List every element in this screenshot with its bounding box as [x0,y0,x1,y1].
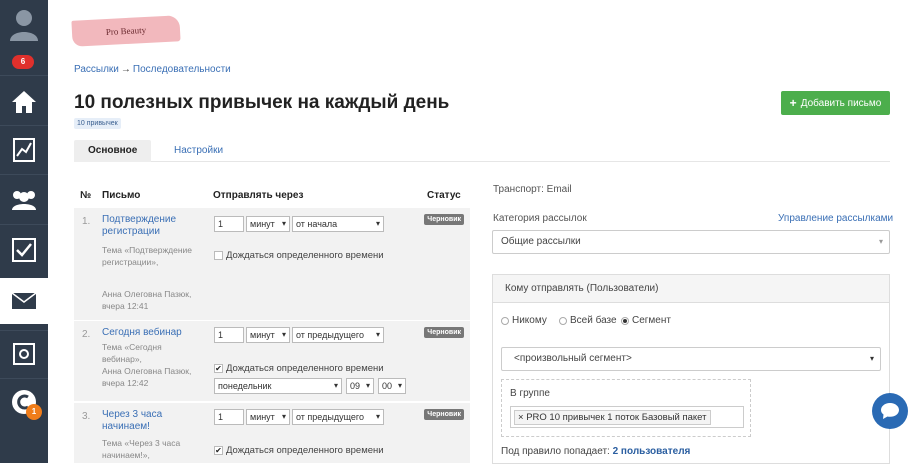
delay-from-select[interactable]: от начала [292,216,384,232]
letter-author: Анна Олеговна Пазюк, вчера 12:42 [102,366,192,388]
header-send-after: Отправлять через [213,190,304,201]
tab-main[interactable]: Основное [74,140,152,162]
chat-button[interactable] [872,393,908,429]
wait-time-label: Дождаться определенного времени [226,363,384,374]
radio-all-label: Всей базе [570,315,617,326]
category-value: Общие рассылки [501,236,581,247]
recipients-panel: Кому отправлять (Пользователи) Никому Вс… [492,274,890,464]
radio-segment[interactable]: Сегмент [621,315,671,326]
header-status: Статус [427,190,461,201]
breadcrumb-separator: → [120,64,131,75]
chevron-down-icon: ▾ [869,354,874,363]
add-letter-button[interactable]: + Добавить письмо [781,91,890,115]
delay-amount-input[interactable]: 1 [214,409,244,425]
breadcrumb-sequences[interactable]: Последовательности [133,64,231,75]
logo-text: Pro Beauty [105,24,147,38]
transport-label: Транспорт: Email [493,184,572,195]
wait-time-checkbox[interactable]: ✔ Дождаться определенного времени [214,445,384,456]
delay-unit-select[interactable]: минут [246,216,290,232]
letter-author: Анна Олеговна Пазюк, вчера 12:41 [102,289,192,311]
brand-logo[interactable]: Pro Beauty [71,15,181,47]
group-chip-label: PRO 10 привычек 1 поток Базовый пакет [526,412,707,423]
rule-summary: Под правило попадает: 2 пользователя [501,446,690,457]
letter-link[interactable]: Сегодня вебинар [102,327,192,339]
radio-all[interactable]: Всей базе [559,315,617,326]
table-row: 2. Сегодня вебинар Тема «Сегодня вебинар… [74,321,470,401]
mail-icon[interactable] [0,278,48,324]
remove-chip-icon[interactable]: × [518,412,526,423]
letter-subject: Тема «Через 3 часа начинаем!», [102,438,181,460]
group-input[interactable]: × PRO 10 привычек 1 поток Базовый пакет [510,406,744,428]
wait-time-checkbox[interactable]: ✔ Дождаться определенного времени [214,363,384,374]
wait-time-checkbox[interactable]: Дождаться определенного времени [214,250,384,261]
rule-text: Под правило попадает: [501,446,610,457]
weekday-select[interactable]: понедельник [214,378,342,394]
chevron-down-icon: ▾ [878,237,883,246]
delay-from-select[interactable]: от предыдущего [292,409,384,425]
notification-badge[interactable]: 6 [12,55,34,69]
group-condition: В группе × PRO 10 привычек 1 поток Базов… [501,379,751,437]
delay-from-select[interactable]: от предыдущего [292,327,384,343]
table-row: 1. Подтверждение регистрации Тема «Подтв… [74,208,470,320]
letter-link[interactable]: Подтверждение регистрации [102,214,192,238]
checkbox-box[interactable]: ✔ [214,446,223,455]
sidebar: 6 1 [0,0,48,463]
chat-icon [881,403,899,419]
delay-amount-input[interactable]: 1 [214,327,244,343]
delay-unit-select[interactable]: минут [246,327,290,343]
add-letter-label: Добавить письмо [800,97,882,109]
breadcrumb: Рассылки → Последовательности [74,64,231,75]
table-row: 3. Через 3 часа начинаем! Тема «Через 3 … [74,403,470,463]
tabs: Основное Настройки [74,140,890,162]
minute-select[interactable]: 00 [378,378,406,394]
letter-link[interactable]: Через 3 часа начинаем! [102,409,192,433]
group-chip[interactable]: × PRO 10 привычек 1 поток Базовый пакет [514,410,711,425]
row-number: 1. [82,216,91,227]
users-icon[interactable] [0,178,48,222]
user-avatar-icon[interactable] [0,0,48,48]
sequence-tag[interactable]: 10 привычек [74,118,121,129]
checkbox-box[interactable] [214,251,223,260]
category-label: Категория рассылок [493,213,587,224]
home-icon[interactable] [0,80,48,124]
header-letter: Письмо [102,190,141,201]
status-badge: Черновик [424,327,464,338]
hour-select[interactable]: 09 [346,378,374,394]
letter-subject: Тема «Подтверждение регистрации», [102,245,193,267]
rule-count-link[interactable]: 2 пользователя [613,446,691,457]
radio-circle[interactable] [501,316,509,325]
header-num: № [80,190,92,201]
status-badge: Черновик [424,214,464,225]
breadcrumb-mailings[interactable]: Рассылки [74,64,119,75]
category-select[interactable]: Общие рассылки ▾ [492,230,890,254]
radio-nobody[interactable]: Никому [501,315,547,326]
segment-placeholder: <произвольный сегмент> [514,353,632,364]
row-number: 3. [82,411,91,422]
brand-icon[interactable] [0,380,48,424]
checkbox-icon[interactable] [0,228,48,272]
radio-circle[interactable] [559,316,567,325]
tab-settings[interactable]: Настройки [160,140,237,162]
group-label: В группе [510,388,550,399]
status-badge: Черновик [424,409,464,420]
checkbox-box[interactable]: ✔ [214,364,223,373]
row-number: 2. [82,329,91,340]
manage-mailings-link[interactable]: Управление рассылками [778,213,893,224]
recipients-panel-title: Кому отправлять (Пользователи) [493,275,889,303]
wait-time-label: Дождаться определенного времени [226,445,384,456]
page-title: 10 полезных привычек на каждый день [74,92,450,113]
radio-nobody-label: Никому [512,315,547,326]
chart-icon[interactable] [0,128,48,172]
safe-icon[interactable] [0,332,48,376]
radio-segment-label: Сегмент [632,315,671,326]
delay-amount-input[interactable]: 1 [214,216,244,232]
wait-time-label: Дождаться определенного времени [226,250,384,261]
plus-icon: + [789,96,797,110]
radio-circle[interactable] [621,316,629,325]
segment-select[interactable]: <произвольный сегмент> ▾ [501,347,881,371]
brand-badge: 1 [26,404,42,420]
letter-subject: Тема «Сегодня вебинар», [102,342,162,364]
delay-unit-select[interactable]: минут [246,409,290,425]
